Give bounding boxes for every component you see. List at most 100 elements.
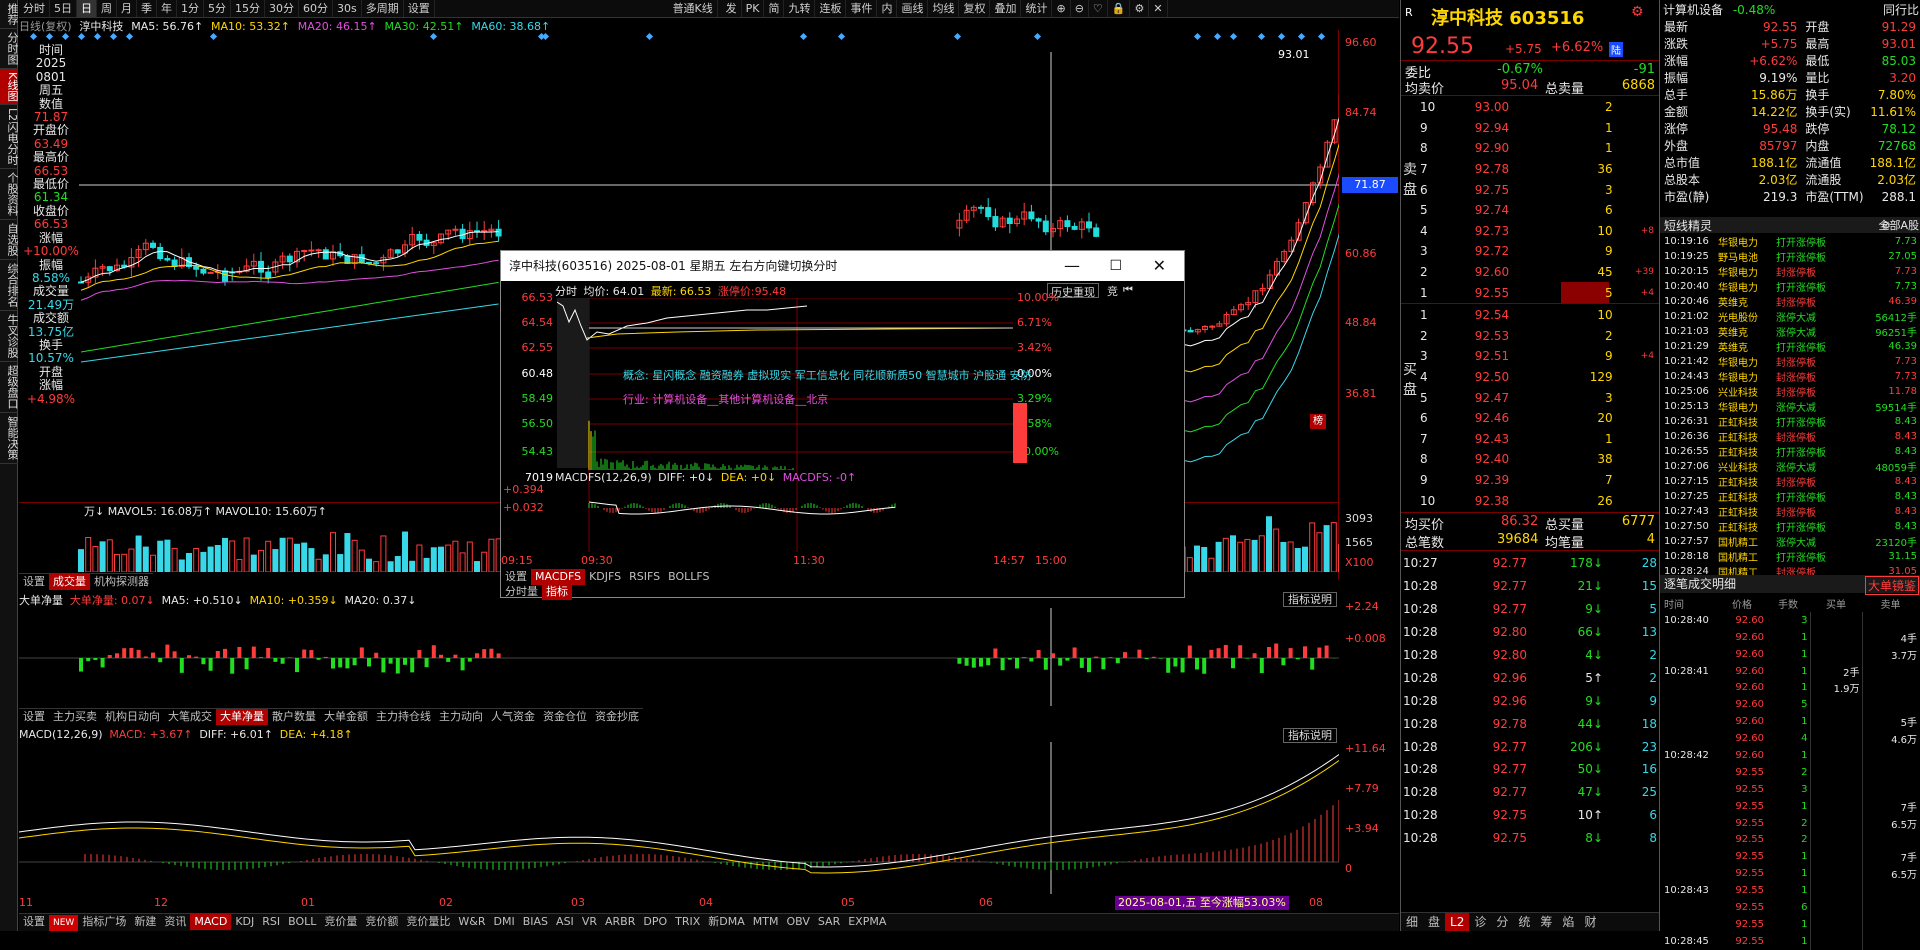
popup-tab-3[interactable]: RSIFS bbox=[625, 569, 664, 585]
sector-name[interactable]: 计算机设备 bbox=[1663, 3, 1723, 17]
sidebar-item-9[interactable]: 智能决策 bbox=[0, 413, 18, 464]
signal-diamond[interactable] bbox=[838, 33, 845, 40]
tick-row[interactable]: 10:2892.779↓5 bbox=[1403, 598, 1657, 621]
indicator-tab-1[interactable]: NEW bbox=[49, 915, 78, 931]
candle[interactable] bbox=[316, 250, 321, 251]
tick-row[interactable]: 10:2892.7750↓16 bbox=[1403, 758, 1657, 781]
tool-button-10[interactable]: 叠加 bbox=[990, 0, 1021, 17]
candle[interactable] bbox=[417, 234, 422, 240]
signal-diamond[interactable] bbox=[1214, 33, 1221, 40]
tool-button-4[interactable]: 连板 bbox=[815, 0, 846, 17]
candle[interactable] bbox=[453, 229, 458, 230]
candle[interactable] bbox=[986, 208, 991, 217]
sidebar-item-0[interactable]: 推荐 bbox=[0, 0, 18, 29]
detail-row[interactable]: 92.6044.6万 bbox=[1662, 730, 1919, 747]
tick-row[interactable]: 10:2892.7844↓18 bbox=[1403, 712, 1657, 735]
book-row[interactable]: 792.431 bbox=[1417, 429, 1657, 450]
popup-tab-4[interactable]: BOLLFS bbox=[664, 569, 713, 585]
indicator-tab-9[interactable]: 竞价量 bbox=[320, 914, 361, 930]
tool-button-11[interactable]: 统计 bbox=[1021, 0, 1052, 17]
candle[interactable] bbox=[1087, 222, 1092, 228]
tick-row[interactable]: 10:2892.965↑2 bbox=[1403, 666, 1657, 689]
book-row[interactable]: 992.397 bbox=[1417, 470, 1657, 491]
book-row[interactable]: 792.7836 bbox=[1417, 159, 1657, 180]
news-row[interactable]: 10:21:29英维克打开涨停板46.39 bbox=[1662, 339, 1919, 354]
candle[interactable] bbox=[107, 267, 112, 271]
indicator-tab-15[interactable]: ASI bbox=[552, 914, 578, 930]
news-row[interactable]: 10:28:18国机精工打开涨停板31.15 bbox=[1662, 549, 1919, 564]
detail-row[interactable]: 92.552 bbox=[1662, 764, 1919, 781]
signal-diamond[interactable] bbox=[1298, 33, 1305, 40]
signal-diamond[interactable] bbox=[542, 33, 549, 40]
news-row[interactable]: 10:26:55正虹科技打开涨停板8.43 bbox=[1662, 444, 1919, 459]
period-tab-10[interactable]: 30分 bbox=[265, 0, 299, 17]
sidebar-item-5[interactable]: 自选股 bbox=[0, 220, 18, 260]
news-row[interactable]: 10:19:25野马电池打开涨停板27.05 bbox=[1662, 249, 1919, 264]
sidebar-item-2[interactable]: K线图 bbox=[0, 69, 18, 105]
news-row[interactable]: 10:27:50正虹科技打开涨停板8.43 bbox=[1662, 519, 1919, 534]
book-row[interactable]: 592.746 bbox=[1417, 200, 1657, 221]
news-row[interactable]: 10:27:43正虹科技封涨停板8.43 bbox=[1662, 504, 1919, 519]
candle[interactable] bbox=[172, 260, 177, 266]
detail-row[interactable]: 10:28:4392.551 bbox=[1662, 882, 1919, 899]
detail-row[interactable]: 10:28:4192.6012手 bbox=[1662, 663, 1919, 680]
detail-row[interactable]: 92.553 bbox=[1662, 781, 1919, 798]
tool-button-3[interactable]: 九转 bbox=[784, 0, 815, 17]
detail-row[interactable]: 92.5526.5万 bbox=[1662, 815, 1919, 832]
detail-row[interactable]: 92.5517手 bbox=[1662, 848, 1919, 865]
tick-row[interactable]: 10:2892.7747↓25 bbox=[1403, 781, 1657, 804]
news-row[interactable]: 10:20:15华银电力封涨停板7.73 bbox=[1662, 264, 1919, 279]
intraday-popup-window[interactable]: 淳中科技(603516) 2025-08-01 星期五 左右方向键切换分时 — … bbox=[500, 250, 1185, 598]
tool-button-9[interactable]: 复权 bbox=[959, 0, 990, 17]
candle[interactable] bbox=[1043, 221, 1048, 232]
tick-row[interactable]: 10:2892.7510↑6 bbox=[1403, 804, 1657, 827]
sidebar-item-6[interactable]: 综合排名 bbox=[0, 260, 18, 311]
tick-row[interactable]: 10:2792.77178↓28 bbox=[1403, 552, 1657, 575]
news-row[interactable]: 10:25:13华银电力涨停大减59514手 bbox=[1662, 399, 1919, 414]
detail-row[interactable]: 10:28:4092.603 bbox=[1662, 612, 1919, 629]
popup-subtab-0[interactable]: 分时量 bbox=[501, 584, 542, 600]
tool-button-0[interactable]: 发 bbox=[722, 0, 742, 17]
book-row[interactable]: 892.4038 bbox=[1417, 449, 1657, 470]
news-row[interactable]: 10:21:02光电股份涨停大减56412手 bbox=[1662, 309, 1919, 324]
tick-row[interactable]: 10:2892.8066↓13 bbox=[1403, 621, 1657, 644]
signal-diamond[interactable] bbox=[110, 33, 117, 40]
candle[interactable] bbox=[302, 251, 307, 252]
signal-diamond[interactable] bbox=[1034, 33, 1041, 40]
detail-row[interactable]: 92.6011.9万 bbox=[1662, 679, 1919, 696]
signal-diamond[interactable] bbox=[1318, 33, 1325, 40]
indicator-tab-17[interactable]: ARBR bbox=[601, 914, 639, 930]
candle[interactable] bbox=[1094, 228, 1099, 236]
period-tab-13[interactable]: 多周期 bbox=[362, 0, 404, 17]
popup-tab-0[interactable]: 设置 bbox=[501, 569, 531, 585]
tick-tab-0[interactable]: 细 bbox=[1401, 913, 1423, 931]
signal-diamond[interactable] bbox=[1278, 33, 1285, 40]
bigorder-tab-9[interactable]: 人气资金 bbox=[487, 709, 539, 725]
indicator-tab-0[interactable]: 设置 bbox=[19, 914, 49, 930]
period-tab-12[interactable]: 30s bbox=[333, 0, 362, 17]
book-row[interactable]: 692.4620 bbox=[1417, 408, 1657, 429]
indicator-tab-10[interactable]: 竞价额 bbox=[361, 914, 402, 930]
volume-tab-2[interactable]: 机构探测器 bbox=[90, 574, 153, 590]
close-icon[interactable]: ✕ bbox=[1153, 251, 1166, 281]
heart-icon[interactable]: ♡ bbox=[1089, 0, 1108, 17]
signal-diamond[interactable] bbox=[1194, 33, 1201, 40]
bigorder-tab-8[interactable]: 主力动向 bbox=[435, 709, 487, 725]
news-row[interactable]: 10:20:46英维克封涨停板46.39 bbox=[1662, 294, 1919, 309]
kline-type-select[interactable]: 普通K线 bbox=[669, 0, 718, 17]
candle[interactable] bbox=[151, 243, 156, 247]
indicator-tab-14[interactable]: BIAS bbox=[519, 914, 552, 930]
signal-diamond[interactable] bbox=[430, 33, 437, 40]
detail-row[interactable]: 92.6014手 bbox=[1662, 629, 1919, 646]
signal-diamond[interactable] bbox=[78, 33, 85, 40]
popup-tab-1[interactable]: MACDFS bbox=[531, 569, 585, 585]
news-row[interactable]: 10:27:57国机精工涨停大减23120手 bbox=[1662, 534, 1919, 549]
news-row[interactable]: 10:26:31正虹科技打开涨停板8.43 bbox=[1662, 414, 1919, 429]
tick-tab-1[interactable]: 盘 bbox=[1423, 913, 1445, 931]
sidebar-item-7[interactable]: 牛叉诊股 bbox=[0, 311, 18, 362]
detail-row[interactable]: 10:28:4292.601 bbox=[1662, 747, 1919, 764]
book-row[interactable]: 892.901 bbox=[1417, 138, 1657, 159]
detail-row[interactable]: 10:28:4592.551 bbox=[1662, 933, 1919, 950]
detail-row[interactable]: 92.552 bbox=[1662, 831, 1919, 848]
news-row[interactable]: 10:26:36正虹科技封涨停板8.43 bbox=[1662, 429, 1919, 444]
